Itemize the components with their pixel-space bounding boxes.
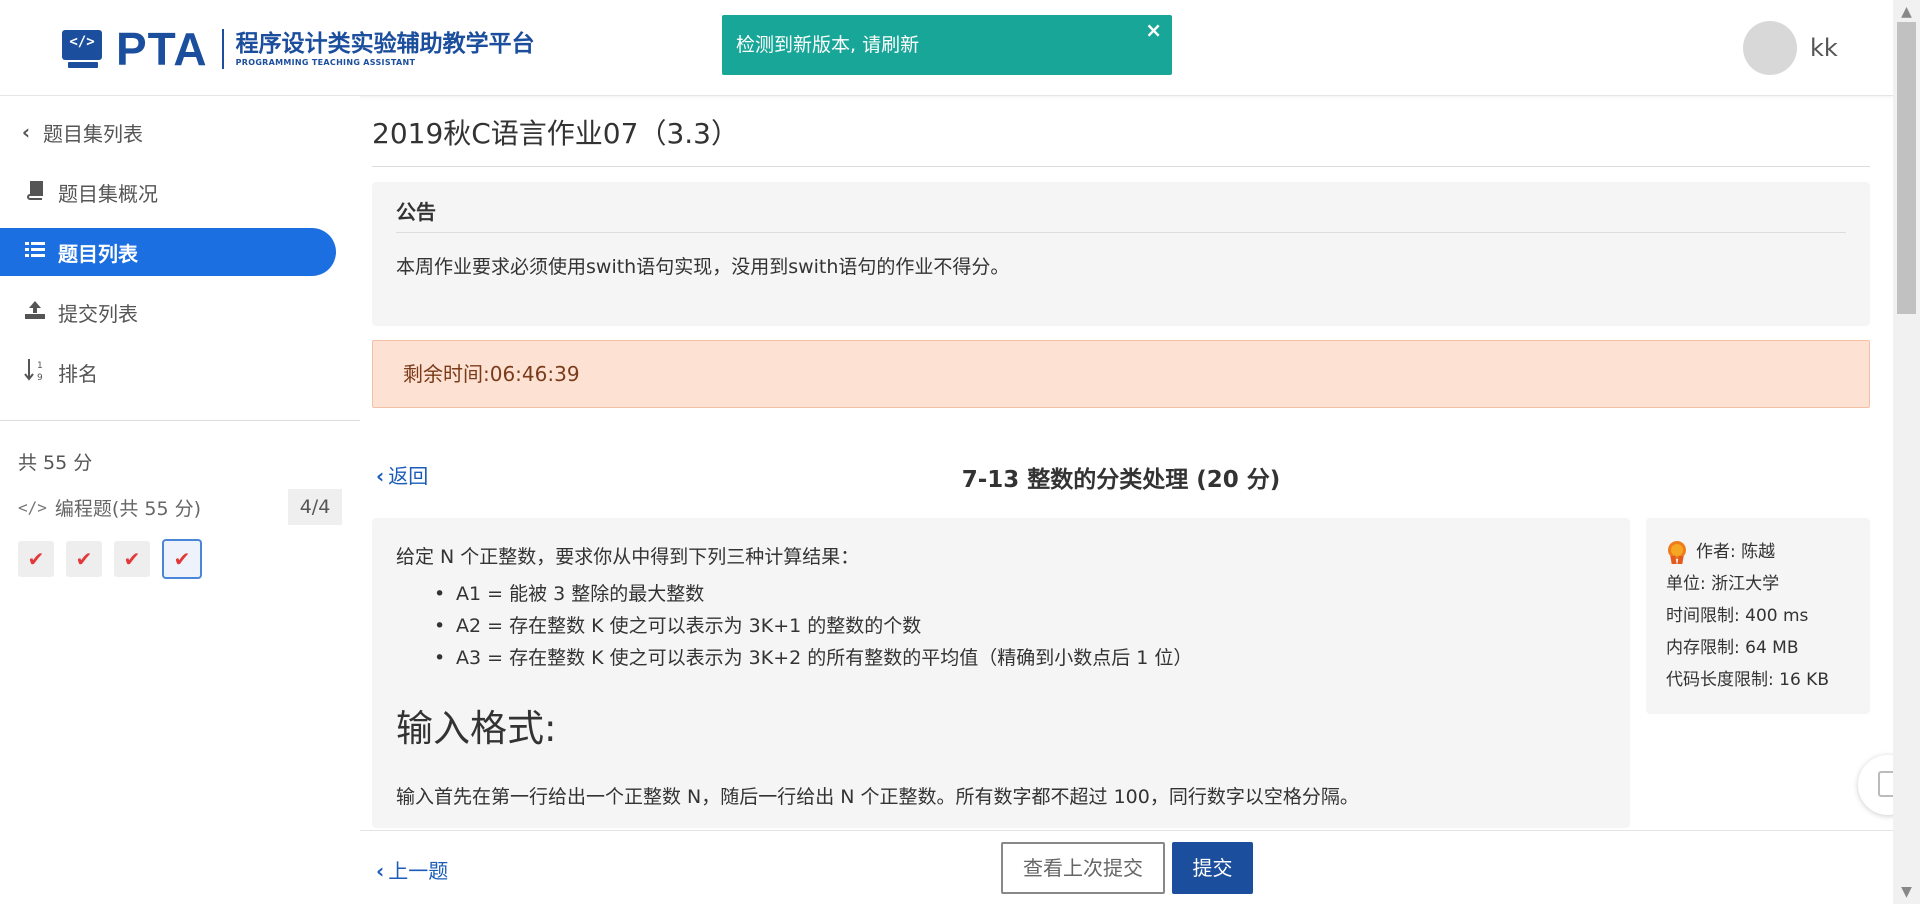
- problem-type-label: 编程题(共 55 分): [54, 497, 201, 520]
- scroll-down-icon[interactable]: ▼: [1893, 884, 1920, 900]
- chevron-left-icon: ‹: [21, 120, 31, 144]
- sidebar-item-submissions[interactable]: 提交列表: [0, 288, 336, 336]
- back-to-problem-sets[interactable]: ‹ 题目集列表: [0, 108, 336, 156]
- submit-button[interactable]: 提交: [1172, 842, 1253, 894]
- svg-text:1: 1: [37, 361, 43, 371]
- author-row: 作者: 陈越: [1666, 536, 1870, 568]
- memory-limit: 内存限制: 64 MB: [1666, 638, 1799, 658]
- sidebar-item-label: 提交列表: [58, 301, 138, 326]
- sidebar-item-label: 题目列表: [58, 241, 138, 266]
- chevron-left-icon: ‹: [376, 464, 385, 488]
- problem-count-badge: 4/4: [288, 489, 342, 525]
- logo-subtitle-cn: 程序设计类实验辅助教学平台: [235, 31, 535, 57]
- problem-type-group[interactable]: </> 编程题(共 55 分) 4/4: [18, 489, 342, 525]
- code-icon: </>: [18, 497, 47, 517]
- app-root: </> PTA 程序设计类实验辅助教学平台 PROGRAMMING TEACHI…: [0, 0, 1920, 904]
- sidebar-back-label: 题目集列表: [43, 121, 143, 146]
- code-length-limit: 代码长度限制: 16 KB: [1666, 670, 1829, 690]
- sort-numeric-icon: 19: [22, 358, 48, 387]
- time-limit: 时间限制: 400 ms: [1666, 606, 1809, 626]
- sidebar: ‹ 题目集列表 题目集概况 题目列表 提交列表 19 排名 共 55 分 </>…: [0, 96, 360, 904]
- scrollbar-thumb[interactable]: [1897, 22, 1916, 314]
- problem-title: 7-13 整数的分类处理 (20 分): [961, 467, 1281, 493]
- list-item: A1 = 能被 3 整除的最大整数: [432, 578, 1192, 610]
- problem-status-3[interactable]: ✔: [114, 541, 150, 577]
- announcement-panel: 公告 本周作业要求必须使用swith语句实现，没用到swith语句的作业不得分。: [372, 182, 1870, 326]
- sidebar-divider: [0, 420, 360, 421]
- sidebar-item-label: 排名: [58, 361, 98, 386]
- input-format-body: 输入首先在第一行给出一个正整数 N，随后一行给出 N 个正整数。所有数字都不超过…: [396, 786, 1359, 808]
- sidebar-item-ranking[interactable]: 19 排名: [0, 348, 336, 396]
- bottom-action-bar: ‹ 上一题 查看上次提交 提交: [360, 830, 1893, 904]
- list-item: A3 = 存在整数 K 使之可以表示为 3K+2 的所有整数的平均值（精确到小数…: [432, 642, 1192, 674]
- user-menu[interactable]: kk: [1743, 21, 1838, 75]
- announcement-body: 本周作业要求必须使用swith语句实现，没用到swith语句的作业不得分。: [396, 256, 1010, 278]
- prev-label: 上一题: [388, 859, 449, 883]
- award-badge-icon: [1666, 540, 1688, 564]
- username[interactable]: kk: [1810, 34, 1838, 62]
- requirement-list: A1 = 能被 3 整除的最大整数 A2 = 存在整数 K 使之可以表示为 3K…: [432, 578, 1192, 674]
- page-title: 2019秋C语言作业07（3.3）: [372, 117, 739, 150]
- top-header: </> PTA 程序设计类实验辅助教学平台 PROGRAMMING TEACHI…: [0, 0, 1893, 96]
- problem-status-grid: ✔ ✔ ✔ ✔: [18, 539, 214, 579]
- logo-subtitle: 程序设计类实验辅助教学平台 PROGRAMMING TEACHING ASSIS…: [236, 30, 535, 68]
- problem-status-2[interactable]: ✔: [66, 541, 102, 577]
- sidebar-item-problem-list[interactable]: 题目列表: [0, 228, 336, 276]
- scroll-up-icon[interactable]: ▲: [1893, 4, 1920, 20]
- problem-meta-panel: 作者: 陈越 单位: 浙江大学 时间限制: 400 ms 内存限制: 64 MB…: [1646, 518, 1870, 714]
- logo-subtitle-en: PROGRAMMING TEACHING ASSISTANT: [235, 58, 416, 67]
- sidebar-item-overview[interactable]: 题目集概况: [0, 168, 336, 216]
- problem-status-1[interactable]: ✔: [18, 541, 54, 577]
- code-screen-icon: </>: [60, 28, 108, 70]
- problem-intro: 给定 N 个正整数，要求你从中得到下列三种计算结果：: [396, 546, 860, 568]
- problem-description: 给定 N 个正整数，要求你从中得到下列三种计算结果： A1 = 能被 3 整除的…: [372, 518, 1630, 828]
- logo-divider: [221, 29, 224, 69]
- back-link[interactable]: ‹ 返回: [376, 460, 428, 489]
- announcement-title: 公告: [396, 200, 436, 224]
- unit: 单位: 浙江大学: [1666, 574, 1780, 594]
- close-icon[interactable]: ×: [1145, 19, 1162, 41]
- announcement-divider: [396, 232, 1846, 233]
- sidebar-item-label: 题目集概况: [58, 181, 158, 206]
- logo-text: PTA: [116, 23, 208, 75]
- list-item: A2 = 存在整数 K 使之可以表示为 3K+1 的整数的个数: [432, 610, 1192, 642]
- total-score: 共 55 分: [18, 452, 93, 474]
- problem-status-4-current[interactable]: ✔: [162, 539, 202, 579]
- update-toast: 检测到新版本, 请刷新 ×: [722, 15, 1172, 75]
- upload-icon: [22, 300, 48, 325]
- toast-message: 检测到新版本, 请刷新: [736, 34, 920, 56]
- input-format-heading: 输入格式:: [396, 707, 557, 750]
- view-last-submission-button[interactable]: 查看上次提交: [1001, 842, 1165, 894]
- book-icon: [22, 180, 48, 205]
- list-icon: [22, 240, 48, 264]
- previous-problem-link[interactable]: ‹ 上一题: [376, 855, 448, 884]
- chevron-left-icon: ‹: [376, 859, 385, 883]
- svg-text:9: 9: [37, 373, 43, 382]
- avatar[interactable]: [1743, 21, 1797, 75]
- author: 作者: 陈越: [1696, 542, 1776, 562]
- title-divider: [372, 166, 1870, 167]
- pta-logo[interactable]: </> PTA 程序设计类实验辅助教学平台 PROGRAMMING TEACHI…: [60, 26, 535, 72]
- scrollbar[interactable]: ▲ ▼: [1893, 0, 1920, 904]
- remaining-time-banner: 剩余时间:06:46:39: [372, 340, 1870, 408]
- back-label: 返回: [388, 464, 429, 488]
